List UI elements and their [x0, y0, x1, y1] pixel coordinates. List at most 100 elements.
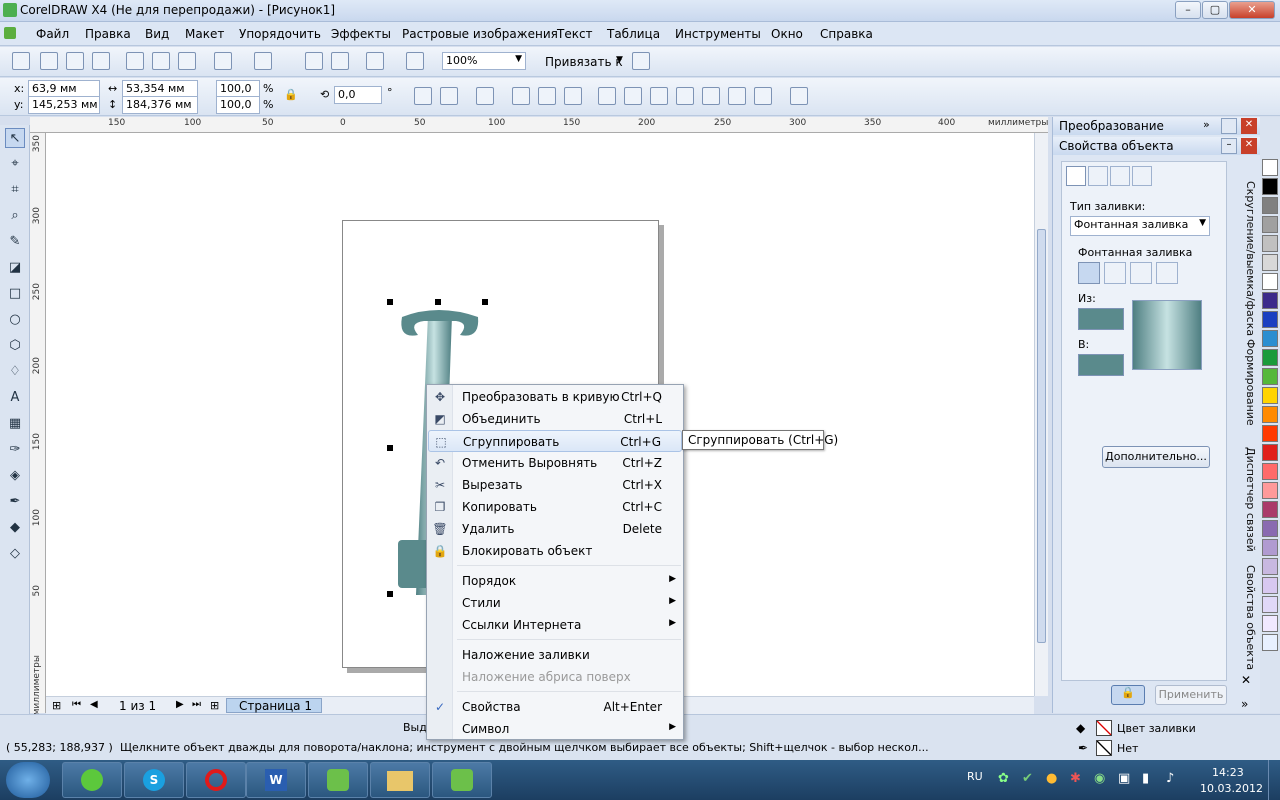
expand-icon[interactable]: »	[1203, 118, 1210, 131]
minimize-icon[interactable]: –	[1221, 138, 1237, 154]
palette-swatch[interactable]	[1262, 273, 1278, 290]
mirror-vertical-icon[interactable]	[440, 87, 458, 105]
radial-fill-button[interactable]	[1104, 262, 1126, 284]
back-minus-front-icon[interactable]	[728, 87, 746, 105]
menu-item-styles[interactable]: Стили ▶	[428, 592, 682, 614]
menu-item-copy[interactable]: ❐ Копировать Ctrl+C	[428, 496, 682, 518]
from-color-picker[interactable]	[1078, 308, 1124, 330]
menu-table[interactable]: Таблица	[607, 27, 660, 41]
palette-swatch[interactable]	[1262, 292, 1278, 309]
skype-taskbar-button[interactable]: S	[124, 762, 184, 798]
internet-tab-icon[interactable]	[1132, 166, 1152, 186]
align-icon[interactable]	[790, 87, 808, 105]
pick-tool-icon[interactable]: ↖	[5, 128, 25, 148]
word-taskbar-button[interactable]: W	[246, 762, 306, 798]
clock-time[interactable]: 14:23	[1212, 766, 1244, 779]
menu-item-symbol[interactable]: Символ ▶	[428, 718, 682, 740]
palette-swatch[interactable]	[1262, 254, 1278, 271]
menu-layout[interactable]: Макет	[185, 27, 224, 41]
boundary-icon[interactable]	[754, 87, 772, 105]
rotation-angle-field[interactable]: 0,0	[334, 86, 382, 104]
menu-item-order[interactable]: Порядок ▶	[428, 570, 682, 592]
scroll-down-icon[interactable]: »	[1241, 697, 1248, 711]
tab-shaping[interactable]: Формирование	[1237, 339, 1257, 429]
menu-edit[interactable]: Правка	[85, 27, 131, 41]
group-icon[interactable]	[512, 87, 530, 105]
selection-handle[interactable]	[482, 299, 488, 305]
redo-icon[interactable]	[254, 52, 272, 70]
undo-icon[interactable]	[214, 52, 232, 70]
menu-view[interactable]: Вид	[145, 27, 169, 41]
apply-button[interactable]: Применить	[1155, 685, 1227, 705]
tray-icon[interactable]: ●	[1046, 771, 1057, 786]
options-icon[interactable]	[632, 52, 650, 70]
crop-tool-icon[interactable]: ⌗	[5, 180, 25, 200]
copy-icon[interactable]	[152, 52, 170, 70]
ellipse-tool-icon[interactable]: ○	[5, 310, 25, 330]
show-desktop-button[interactable]	[1268, 760, 1280, 800]
paste-icon[interactable]	[178, 52, 196, 70]
palette-swatch[interactable]	[1262, 311, 1278, 328]
import-icon[interactable]	[305, 52, 323, 70]
tray-icon[interactable]: ✿	[998, 771, 1009, 786]
menu-effects[interactable]: Эффекты	[331, 27, 391, 41]
advanced-button[interactable]: Дополнительно...	[1102, 446, 1210, 468]
device-icon[interactable]: ▣	[1118, 771, 1130, 786]
palette-swatch[interactable]	[1262, 330, 1278, 347]
text-tool-icon[interactable]: A	[5, 388, 25, 408]
palette-swatch[interactable]	[1262, 368, 1278, 385]
weld-icon[interactable]	[598, 87, 616, 105]
square-fill-button[interactable]	[1156, 262, 1178, 284]
menu-arrange[interactable]: Упорядочить	[239, 27, 321, 41]
palette-swatch[interactable]	[1262, 197, 1278, 214]
clock-date[interactable]: 10.03.2012	[1200, 782, 1263, 795]
selection-handle[interactable]	[387, 445, 393, 451]
restore-icon[interactable]	[1221, 118, 1237, 134]
minimize-button[interactable]: –	[1175, 1, 1201, 19]
smart-fill-tool-icon[interactable]: ◪	[5, 258, 25, 278]
tab-fillet[interactable]: Скругление/выемка/фаска	[1237, 181, 1257, 336]
to-color-picker[interactable]	[1078, 354, 1124, 376]
mirror-horizontal-icon[interactable]	[414, 87, 432, 105]
scroll-thumb[interactable]	[1037, 229, 1046, 643]
rectangle-tool-icon[interactable]: □	[5, 284, 25, 304]
start-button[interactable]	[6, 762, 50, 798]
tray-icon[interactable]: ✱	[1070, 771, 1081, 786]
y-position-field[interactable]: 145,253 мм	[28, 96, 100, 114]
palette-swatch[interactable]	[1262, 577, 1278, 594]
palette-swatch[interactable]	[1262, 425, 1278, 442]
palette-swatch[interactable]	[1262, 596, 1278, 613]
close-button[interactable]: ✕	[1229, 1, 1275, 19]
export-icon[interactable]	[331, 52, 349, 70]
table-tool-icon[interactable]: ▦	[5, 414, 25, 434]
eyedropper-tool-icon[interactable]: ✒	[5, 492, 25, 512]
selection-handle[interactable]	[387, 591, 393, 597]
last-page-icon[interactable]: ⏭	[192, 699, 201, 710]
coreldraw-taskbar-button[interactable]	[308, 762, 368, 798]
palette-swatch[interactable]	[1262, 558, 1278, 575]
ungroup-all-icon[interactable]	[564, 87, 582, 105]
menu-window[interactable]: Окно	[771, 27, 803, 41]
first-page-icon[interactable]: ⏮	[72, 699, 81, 710]
opera-taskbar-button[interactable]	[186, 762, 246, 798]
print-icon[interactable]	[92, 52, 110, 70]
close-tab-icon[interactable]: ✕	[1241, 673, 1251, 687]
menu-item-group[interactable]: ⬚ Сгруппировать Ctrl+G	[428, 430, 682, 452]
selection-handle[interactable]	[387, 299, 393, 305]
ungroup-icon[interactable]	[538, 87, 556, 105]
explorer-taskbar-button[interactable]	[370, 762, 430, 798]
open-icon[interactable]	[40, 52, 58, 70]
menu-item-overprint-fill[interactable]: Наложение заливки	[428, 644, 682, 666]
volume-icon[interactable]: ♪	[1166, 771, 1174, 786]
close-docker-icon[interactable]: ✕	[1241, 138, 1257, 154]
menu-file[interactable]: Файл	[36, 27, 69, 41]
height-field[interactable]: 184,376 мм	[122, 96, 198, 114]
simplify-icon[interactable]	[676, 87, 694, 105]
menu-item-properties[interactable]: ✓ Свойства Alt+Enter	[428, 696, 682, 718]
coreldraw2-taskbar-button[interactable]	[432, 762, 492, 798]
outline-tab-icon[interactable]	[1088, 166, 1108, 186]
palette-swatch[interactable]	[1262, 235, 1278, 252]
menu-item-combine[interactable]: ◩ Объединить Ctrl+L	[428, 408, 682, 430]
palette-swatch[interactable]	[1262, 178, 1278, 195]
basic-shapes-tool-icon[interactable]: ♢	[5, 362, 25, 382]
